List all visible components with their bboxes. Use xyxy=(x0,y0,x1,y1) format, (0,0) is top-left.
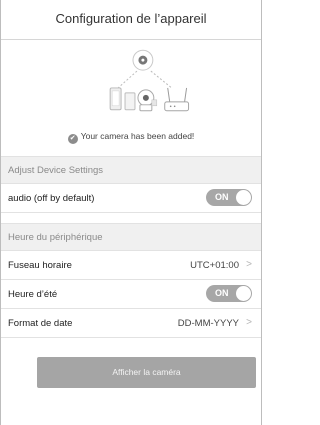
section-header-adjust: Adjust Device Settings xyxy=(8,165,104,176)
cloud-icon xyxy=(132,49,154,71)
router-icon xyxy=(164,87,190,112)
audio-toggle-text: ON xyxy=(215,192,229,202)
dst-toggle[interactable]: ON xyxy=(206,285,252,302)
date-format-value: DD-MM-YYYY xyxy=(177,318,239,329)
chevron-right-icon: > xyxy=(246,259,252,270)
camera-icon xyxy=(137,89,158,112)
timezone-value: UTC+01:00 xyxy=(190,260,239,271)
page-title: Configuration de l’appareil xyxy=(55,11,207,26)
dst-label: Heure d’été xyxy=(8,289,58,300)
audio-label: audio (off by default) xyxy=(8,193,95,204)
tablet-icon xyxy=(124,92,136,111)
date-format-label: Format de date xyxy=(8,318,73,329)
show-camera-label: Afficher la caméra xyxy=(112,367,181,377)
date-format-row[interactable]: Format de date DD-MM-YYYY > xyxy=(1,309,261,338)
check-icon: ✔ xyxy=(67,134,78,144)
chevron-right-icon: > xyxy=(246,317,252,328)
section-device-time: Heure du périphérique xyxy=(1,223,261,251)
section-header-time: Heure du périphérique xyxy=(8,232,103,243)
camera-added-message: ✔ Your camera has been added! xyxy=(1,131,261,144)
dst-toggle-text: ON xyxy=(215,288,229,298)
phone-icon xyxy=(109,87,122,111)
camera-added-text: Your camera has been added! xyxy=(80,131,195,141)
section-adjust-settings: Adjust Device Settings xyxy=(1,156,261,184)
hero-illustration: ✔ Your camera has been added! xyxy=(1,40,261,154)
device-diagram xyxy=(109,49,190,112)
timezone-label: Fuseau horaire xyxy=(8,260,72,271)
top-bar: Configuration de l’appareil xyxy=(1,0,261,40)
toggle-knob xyxy=(236,286,251,301)
app-screen: Configuration de l’appareil ✔ Your camer… xyxy=(0,0,262,425)
show-camera-button[interactable]: Afficher la caméra xyxy=(37,357,256,388)
toggle-knob xyxy=(236,190,251,205)
audio-toggle[interactable]: ON xyxy=(206,189,252,206)
dst-row: Heure d’été ON xyxy=(1,280,261,309)
audio-row: audio (off by default) ON xyxy=(1,184,261,213)
timezone-row[interactable]: Fuseau horaire UTC+01:00 > xyxy=(1,251,261,280)
